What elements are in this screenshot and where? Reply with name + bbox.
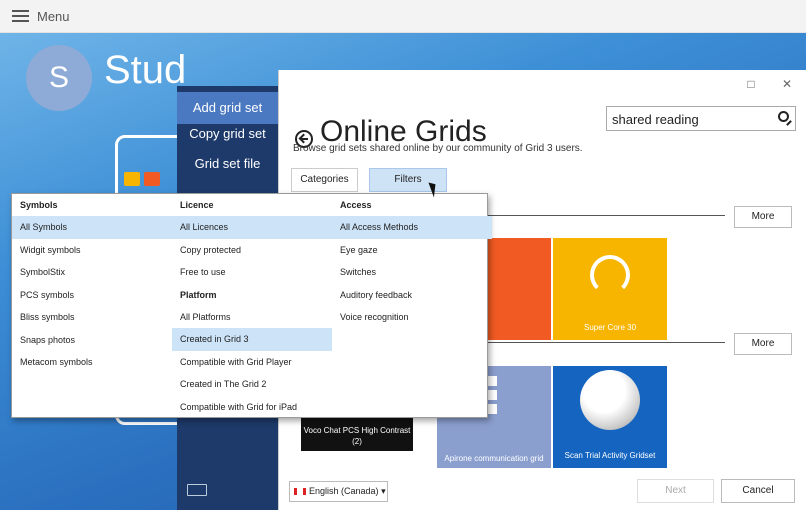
window-controls: □ ✕ [723,77,792,91]
page-subtitle: Browse grid sets shared online by our co… [293,143,583,154]
grid-card[interactable]: Scan Trial Activity Gridset [553,366,667,468]
cancel-button[interactable]: Cancel [721,479,795,503]
grid-card-label: Apirone communication grid [444,454,544,463]
menu-bar: Menu [0,0,806,33]
keyboard-icon[interactable] [187,484,207,496]
canada-flag-icon [294,488,306,495]
filter-heading: Symbols [20,200,58,210]
filter-option[interactable]: Metacom symbols [12,351,172,374]
grid-icon [487,404,497,414]
more-button[interactable]: More [734,333,792,355]
grid-set-file-button[interactable]: Grid set file [177,148,278,180]
hamburger-icon[interactable] [12,10,29,22]
filter-option[interactable]: Voice recognition [332,306,492,329]
filter-option[interactable]: Bliss symbols [12,306,172,329]
grid-icon [487,376,497,386]
search-box[interactable] [606,106,796,131]
more-button[interactable]: More [734,206,792,228]
filter-option[interactable]: Copy protected [172,239,332,262]
filter-option[interactable]: Compatible with Grid Player [172,351,332,374]
device-image [580,370,640,430]
grid-icon [487,390,497,400]
filter-option[interactable]: Created in Grid 3 [172,328,332,351]
mini-tile [144,172,160,186]
filter-option[interactable]: All Access Methods [332,216,492,239]
grid-card-label: Scan Trial Activity Gridset [564,451,656,460]
broadcast-icon [590,255,630,295]
filter-option[interactable]: Free to use [172,261,332,284]
filter-heading: Platform [180,289,217,300]
grid-card[interactable]: Super Core 30 [553,238,667,340]
section-divider [488,342,725,343]
filter-option[interactable]: Eye gaze [332,239,492,262]
search-icon[interactable] [778,111,789,122]
filter-option[interactable]: Snaps photos [12,329,172,352]
section-divider [488,215,725,216]
search-input[interactable] [612,110,762,128]
filter-option[interactable]: SymbolStix [12,261,172,284]
filter-option[interactable]: PCS symbols [12,284,172,307]
filter-option[interactable]: Created in The Grid 2 [172,373,332,396]
next-button[interactable]: Next [637,479,714,503]
filter-heading: Access [340,200,372,210]
filter-option[interactable]: Compatible with Grid for iPad [172,396,332,419]
avatar[interactable]: S [26,45,92,111]
filters-dropdown: Symbols All Symbols Widgit symbols Symbo… [11,193,492,418]
filter-heading: Licence [180,200,214,210]
filter-column-licence: Licence All Licences Copy protected Free… [172,194,332,418]
chevron-down-icon: ▾ [381,486,386,496]
filter-option[interactable]: Auditory feedback [332,284,492,307]
filter-option[interactable]: All Platforms [172,306,332,329]
filter-option[interactable]: Widgit symbols [12,239,172,262]
grid-card-label: Voco Chat PCS High Contrast (2) [303,426,411,446]
language-label: English (Canada) [309,486,379,496]
close-icon[interactable]: ✕ [782,77,792,91]
tab-categories[interactable]: Categories [291,168,358,192]
filter-column-access: Access All Access Methods Eye gaze Switc… [332,194,492,329]
user-name: Stud [104,48,187,92]
filter-option[interactable]: All Symbols [12,216,172,239]
grid-card[interactable]: Voco Chat PCS High Contrast (2) [301,418,413,451]
language-select[interactable]: English (Canada) ▾ [289,481,388,502]
menu-label[interactable]: Menu [37,9,70,24]
maximize-icon[interactable]: □ [747,77,754,91]
filter-option[interactable]: All Licences [172,216,332,239]
filter-column-symbols: Symbols All Symbols Widgit symbols Symbo… [12,194,172,374]
grid-card-label: Super Core 30 [583,323,637,332]
filter-option[interactable]: Switches [332,261,492,284]
copy-grid-set-button[interactable]: Copy grid set [177,118,278,150]
mini-tile [124,172,140,186]
